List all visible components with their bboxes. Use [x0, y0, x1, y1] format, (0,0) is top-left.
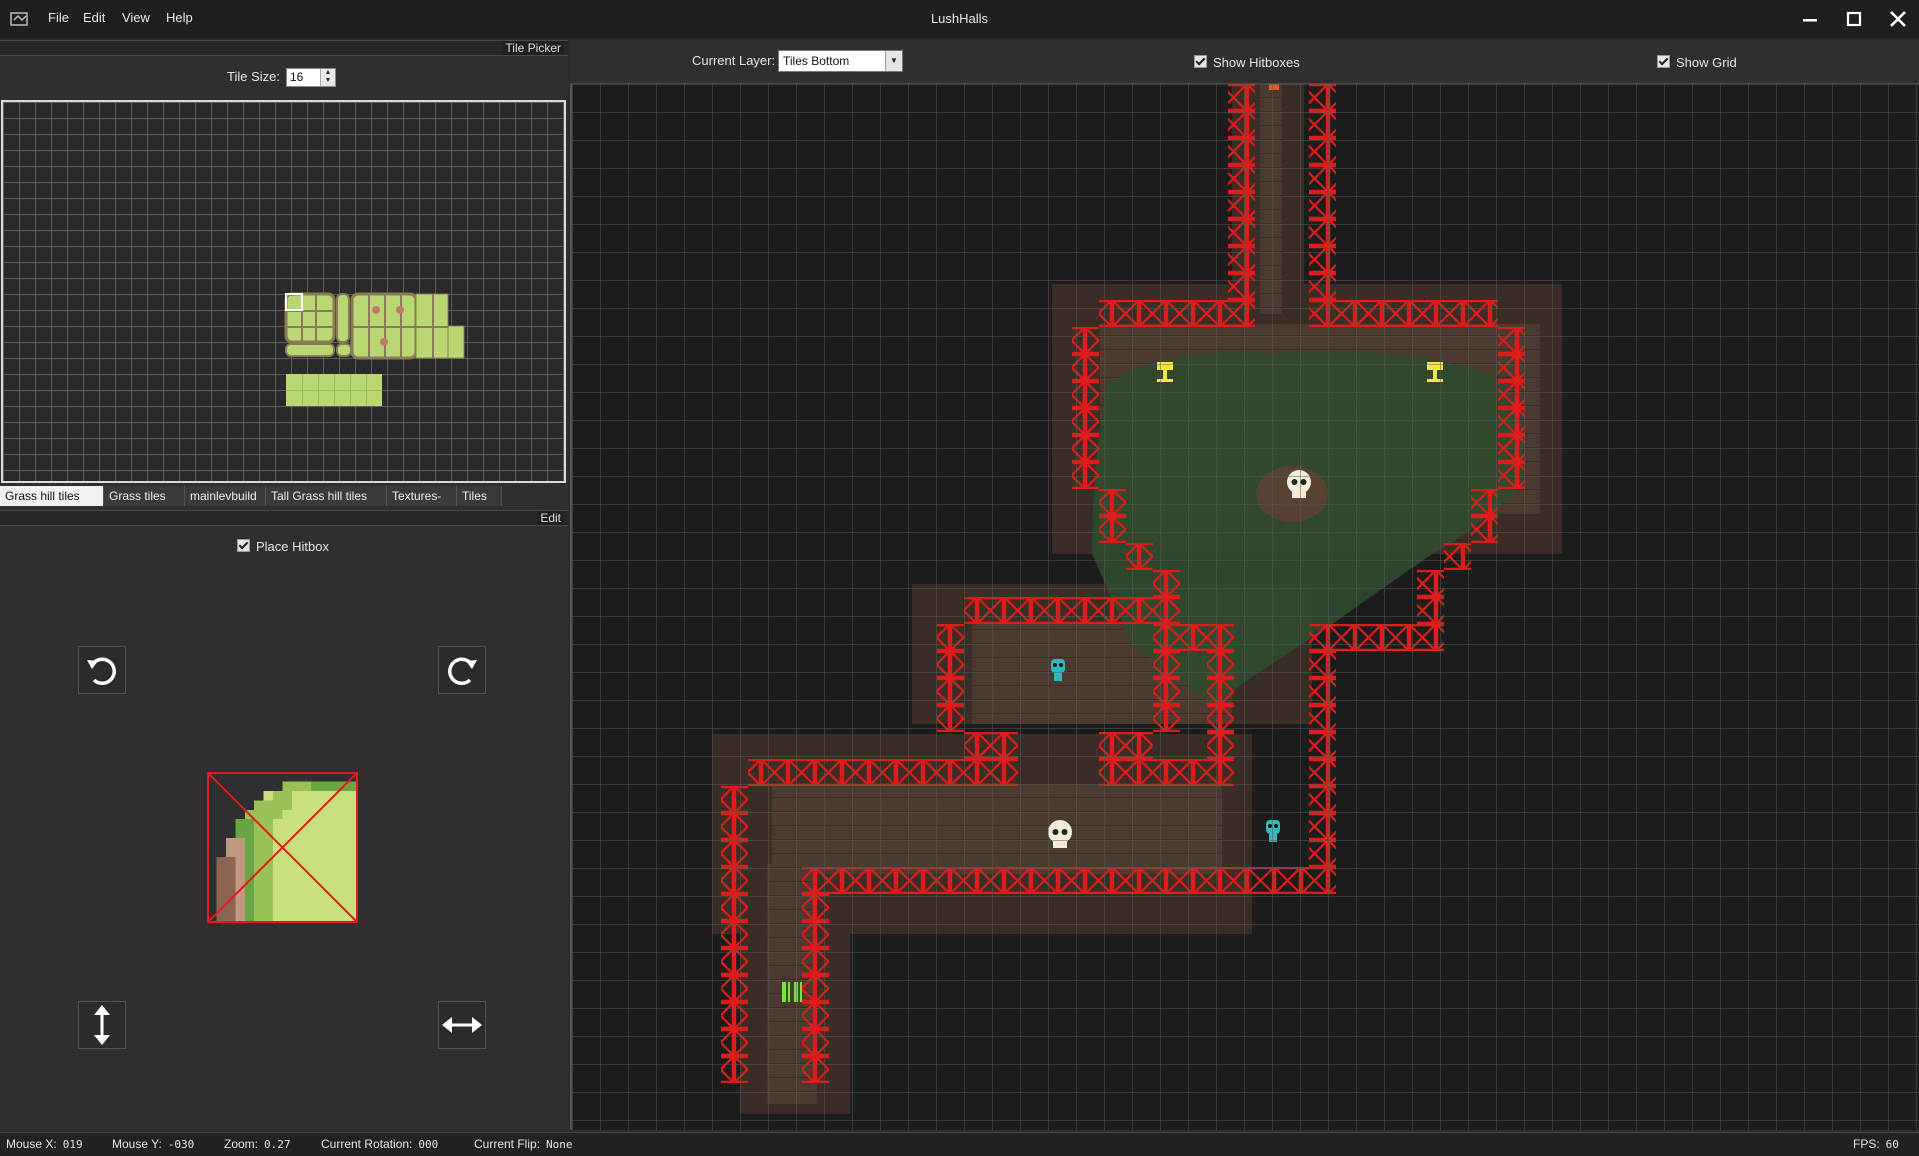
rotation-value: 000 — [418, 1138, 439, 1151]
fps-value: 60 — [1885, 1138, 1899, 1151]
rotate-right-button[interactable] — [438, 646, 486, 694]
maximize-icon[interactable] — [1836, 6, 1872, 32]
tile-size-value: 16 — [290, 70, 304, 84]
flip-value: None — [546, 1138, 573, 1151]
grass-tiles — [284, 292, 465, 406]
title-bar: File Edit View Help LushHalls — [0, 0, 1919, 38]
place-hitbox-label: Place Hitbox — [256, 539, 329, 554]
tab-grass-hill-tiles[interactable]: Grass hill tiles v.2 — [0, 486, 104, 523]
flip-vertical-icon — [94, 1005, 110, 1045]
rotation-status: Current Rotation: 000 — [321, 1137, 439, 1151]
map-editor-canvas[interactable] — [570, 84, 1919, 1130]
show-hitboxes-checkbox[interactable] — [1194, 55, 1207, 68]
place-hitbox-toggle[interactable]: Place Hitbox — [237, 539, 329, 554]
tab-tall-grass-hill-tiles[interactable]: Tall Grass hill tiles v.2 — [266, 486, 387, 523]
show-hitboxes-toggle[interactable]: Show Hitboxes — [1194, 55, 1300, 70]
flip-horizontal-icon — [442, 1017, 482, 1033]
editor-grid — [572, 84, 1919, 1130]
mouse-y-value: -030 — [167, 1138, 195, 1151]
flip-status: Current Flip: None — [474, 1137, 573, 1151]
mouse-y-status: Mouse Y: -030 — [112, 1137, 195, 1151]
edit-title: Edit — [537, 511, 564, 525]
flip-horizontal-button[interactable] — [438, 1001, 486, 1049]
rotate-left-button[interactable] — [78, 646, 126, 694]
status-bar: Mouse X: 019 Mouse Y: -030 Zoom: 0.27 Curre… — [0, 1132, 1919, 1156]
tile-picker-header: Tile Picker — [0, 40, 568, 56]
window-title: LushHalls — [930, 11, 989, 26]
mouse-x-status: Mouse X: 019 — [6, 1137, 83, 1151]
tile-preview — [207, 772, 358, 923]
current-layer-value: Tiles Bottom — [783, 54, 850, 68]
tile-sheet-canvas[interactable] — [1, 100, 566, 483]
show-grid-checkbox[interactable] — [1657, 55, 1670, 68]
show-hitboxes-label: Show Hitboxes — [1213, 55, 1300, 70]
tile-size-stepper[interactable]: 16 ▲ ▼ — [286, 68, 336, 87]
current-layer-select[interactable]: Tiles Bottom ▼ — [778, 50, 903, 72]
current-layer-label: Current Layer: — [692, 53, 776, 68]
mouse-x-value: 019 — [62, 1138, 83, 1151]
tile-picker-title: Tile Picker — [502, 41, 564, 55]
stepper-arrows-icon[interactable]: ▲ ▼ — [320, 69, 335, 86]
tab-mainlevbuild[interactable]: mainlevbuild — [185, 486, 266, 506]
chevron-down-icon[interactable]: ▼ — [885, 51, 902, 71]
tab-tiles[interactable]: Tiles — [457, 486, 502, 506]
level-map — [572, 84, 1919, 1130]
zoom-status: Zoom: 0.27 — [224, 1137, 291, 1151]
tab-grass-tiles[interactable]: Grass tiles v.2 — [104, 486, 185, 523]
flip-vertical-button[interactable] — [78, 1001, 126, 1049]
close-icon[interactable] — [1880, 6, 1916, 32]
tile-size-label: Tile Size: — [227, 69, 280, 84]
show-grid-toggle[interactable]: Show Grid — [1657, 55, 1737, 70]
fps-status: FPS: 60 — [1853, 1137, 1899, 1151]
place-hitbox-checkbox[interactable] — [237, 539, 250, 552]
minimize-icon[interactable] — [1792, 6, 1828, 32]
tab-textures-16[interactable]: Textures-16 — [387, 486, 457, 523]
zoom-value: 0.27 — [264, 1138, 291, 1151]
rotate-cw-icon — [448, 657, 477, 685]
rotate-ccw-icon — [87, 657, 116, 685]
edit-header: Edit — [0, 510, 568, 526]
hitbox-overlay — [207, 772, 358, 923]
show-grid-label: Show Grid — [1676, 55, 1737, 70]
tile-sheet-image — [284, 292, 465, 406]
